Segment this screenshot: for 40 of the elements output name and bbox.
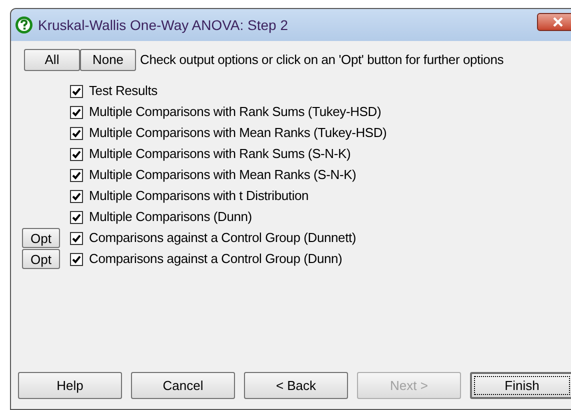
option-checkbox[interactable]: [70, 210, 83, 224]
footer-button[interactable]: Finish: [470, 372, 571, 399]
select-button[interactable]: None: [80, 49, 136, 71]
option-checkbox[interactable]: [70, 168, 83, 182]
window-title: Kruskal-Wallis One-Way ANOVA: Step 2: [38, 16, 288, 35]
footer-button[interactable]: < Back: [244, 372, 348, 399]
option-label: Multiple Comparisons with t Distribution: [89, 187, 309, 206]
check-icon: [72, 254, 81, 264]
check-icon: [72, 212, 81, 222]
check-icon: [72, 128, 81, 138]
option-label: Multiple Comparisons with Mean Ranks (S-N-K): [89, 166, 356, 184]
opt-button[interactable]: Opt: [22, 228, 60, 248]
check-icon: [72, 234, 81, 242]
instruction-text: Check output options or click on an 'Opt' button for further options: [140, 51, 504, 70]
check-icon: [72, 170, 81, 180]
footer-button[interactable]: Help: [18, 372, 122, 399]
option-checkbox[interactable]: [70, 232, 83, 244]
option-checkbox[interactable]: [70, 106, 83, 118]
select-button[interactable]: All: [24, 49, 80, 71]
opt-button[interactable]: Opt: [22, 249, 60, 269]
help-icon: [15, 16, 33, 34]
option-checkbox[interactable]: [70, 190, 83, 202]
check-icon: [72, 86, 81, 96]
option-label: Multiple Comparisons (Dunn): [89, 208, 252, 226]
check-icon: [72, 108, 81, 116]
option-label: Multiple Comparisons with Mean Ranks (Tukey-HSD): [89, 124, 387, 142]
check-icon: [72, 150, 81, 158]
option-checkbox[interactable]: [70, 252, 83, 266]
option-label: Comparisons against a Control Group (Dunn): [89, 250, 342, 268]
close-button[interactable]: [537, 13, 571, 31]
option-label: Comparisons against a Control Group (Dunnett): [89, 229, 356, 248]
option-checkbox[interactable]: [70, 126, 83, 140]
option-label: Test Results: [89, 82, 158, 100]
footer-button[interactable]: Cancel: [131, 372, 235, 399]
close-icon: [553, 17, 563, 27]
check-icon: [72, 192, 81, 200]
option-checkbox[interactable]: [70, 148, 83, 160]
option-checkbox[interactable]: [70, 84, 83, 98]
option-label: Multiple Comparisons with Rank Sums (Tukey-HSD): [89, 103, 382, 122]
option-label: Multiple Comparisons with Rank Sums (S-N-K): [89, 145, 351, 164]
